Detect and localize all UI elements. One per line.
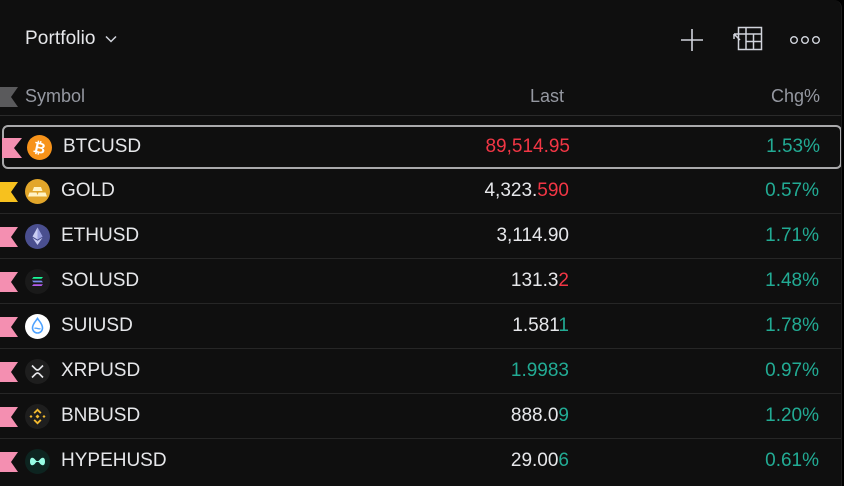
flag-icon[interactable]: [0, 182, 18, 207]
column-symbol-header[interactable]: Symbol: [25, 86, 85, 107]
symbol-name: SUIUSD: [61, 315, 133, 336]
symbol-name: BTCUSD: [63, 136, 142, 157]
last-price: 1.5811: [512, 315, 569, 336]
watchlist-title: Portfolio: [25, 28, 96, 49]
xrp-icon: [25, 359, 50, 384]
column-chg-header[interactable]: Chg%: [771, 86, 820, 107]
change-percent: 0.61%: [765, 450, 819, 471]
more-options-button[interactable]: [789, 24, 821, 56]
last-price: 89,514.95: [485, 136, 570, 157]
watchlist-panel: Portfolio Symbol Last Chg% ₿ BTCUSD 89,5…: [0, 0, 842, 486]
symbol-name: GOLD: [61, 180, 115, 201]
chevron-down-icon: [105, 33, 117, 45]
symbol-name: XRPUSD: [61, 360, 141, 381]
column-headers: Symbol Last Chg%: [0, 78, 841, 116]
symbol-name: SOLUSD: [61, 270, 140, 291]
symbol-name: HYPEHUSD: [61, 450, 167, 471]
change-percent: 0.57%: [765, 180, 819, 201]
change-percent: 1.20%: [765, 405, 819, 426]
symbol-row-ethusd[interactable]: ETHUSD 3,114.90 1.71%: [0, 214, 841, 259]
gold-bars-icon: [25, 179, 50, 204]
symbol-row-hypehusd[interactable]: HYPEHUSD 29.006 0.61%: [0, 439, 841, 484]
change-percent: 1.71%: [765, 225, 819, 246]
flag-icon[interactable]: [0, 452, 18, 477]
svg-text:₿: ₿: [32, 138, 48, 158]
flag-column-icon[interactable]: [0, 87, 18, 112]
symbol-row-gold[interactable]: GOLD 4,323.590 0.57%: [0, 169, 841, 214]
add-symbol-button[interactable]: [676, 24, 708, 56]
ethereum-icon: [25, 224, 50, 249]
flag-icon[interactable]: [0, 362, 18, 387]
symbol-list: ₿ BTCUSD 89,514.95 1.53% GOLD 4,323.590 …: [0, 125, 841, 484]
plus-icon: [680, 28, 704, 52]
bnb-icon: [25, 404, 50, 429]
bitcoin-icon: ₿: [27, 135, 52, 160]
flag-icon[interactable]: [0, 407, 18, 432]
last-price: 29.006: [510, 450, 569, 471]
last-price: 1.9983: [510, 360, 569, 381]
hyperliquid-icon: [25, 449, 50, 474]
flag-icon[interactable]: [0, 317, 18, 342]
symbol-row-bnbusd[interactable]: BNBUSD 888.09 1.20%: [0, 394, 841, 439]
solana-icon: [25, 269, 50, 294]
more-icon: [789, 35, 821, 45]
sui-icon: [25, 314, 50, 339]
change-percent: 1.48%: [765, 270, 819, 291]
flag-icon[interactable]: [0, 227, 18, 252]
change-percent: 1.53%: [766, 136, 820, 157]
symbol-row-solusd[interactable]: SOLUSD 131.32 1.48%: [0, 259, 841, 304]
table-settings-icon: [732, 25, 764, 55]
flag-icon[interactable]: [2, 138, 22, 163]
symbol-row-btcusd[interactable]: ₿ BTCUSD 89,514.95 1.53%: [2, 125, 841, 169]
flag-icon[interactable]: [0, 272, 18, 297]
last-price: 4,323.590: [484, 180, 569, 201]
last-price: 888.09: [510, 405, 569, 426]
watchlist-header: Portfolio: [0, 0, 841, 78]
symbol-row-xrpusd[interactable]: XRPUSD 1.9983 0.97%: [0, 349, 841, 394]
change-percent: 1.78%: [765, 315, 819, 336]
column-last-header[interactable]: Last: [530, 86, 564, 107]
last-price: 131.32: [510, 270, 569, 291]
symbol-name: BNBUSD: [61, 405, 141, 426]
advanced-view-button[interactable]: [732, 24, 764, 56]
symbol-name: ETHUSD: [61, 225, 140, 246]
change-percent: 0.97%: [765, 360, 819, 381]
last-price: 3,114.90: [496, 225, 569, 246]
symbol-row-suiusd[interactable]: SUIUSD 1.5811 1.78%: [0, 304, 841, 349]
watchlist-title-dropdown[interactable]: Portfolio: [25, 26, 117, 52]
